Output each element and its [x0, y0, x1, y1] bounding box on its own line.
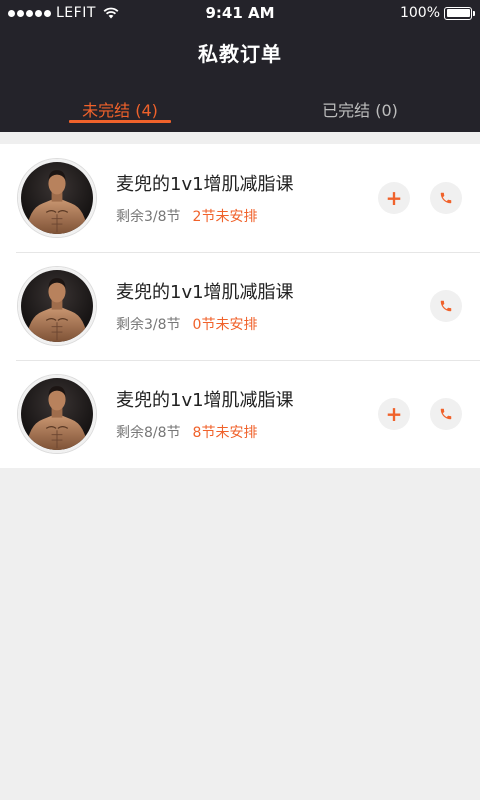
call-button[interactable]: [430, 182, 462, 214]
call-button[interactable]: [430, 290, 462, 322]
trainer-photo: [21, 162, 93, 234]
avatar: [18, 267, 96, 345]
avatar: [18, 159, 96, 237]
carrier-name: LEFIT: [56, 5, 96, 21]
unscheduled-count: 2节未安排: [192, 209, 258, 225]
order-tabs: 未完结 (4) 已完结 (0): [0, 88, 480, 132]
order-actions: +: [378, 398, 462, 430]
tab-finished[interactable]: 已完结 (0): [240, 88, 480, 132]
order-meta: 剩余3/8节 2节未安排: [116, 206, 378, 226]
status-right: 100%: [399, 5, 475, 21]
remaining-count: 剩余3/8节: [116, 317, 181, 333]
remaining-count: 剩余3/8节: [116, 209, 181, 225]
phone-icon: [440, 408, 452, 420]
course-title: 麦兜的1v1增肌减脂课: [116, 390, 294, 411]
order-item[interactable]: 麦兜的1v1增肌减脂课 剩余8/8节 8节未安排 +: [0, 360, 480, 468]
order-actions: [378, 290, 462, 322]
unscheduled-count: 8节未安排: [192, 425, 258, 441]
call-button[interactable]: [430, 398, 462, 430]
phone-icon: [440, 300, 452, 312]
battery-percent: 100%: [399, 5, 440, 21]
status-left: LEFIT: [8, 5, 119, 21]
order-actions: +: [378, 182, 462, 214]
add-icon: +: [385, 401, 403, 426]
remaining-count: 剩余8/8节: [116, 425, 181, 441]
order-meta: 剩余8/8节 8节未安排: [116, 422, 378, 442]
order-item[interactable]: 麦兜的1v1增肌减脂课 剩余3/8节 2节未安排 +: [0, 144, 480, 252]
add-session-button[interactable]: +: [378, 398, 410, 430]
course-title: 麦兜的1v1增肌减脂课: [116, 174, 294, 195]
header: LEFIT 9:41 AM 100% 私教订单 未完结 (4) 已完结 (0): [0, 0, 480, 132]
order-info: 麦兜的1v1增肌减脂课 剩余3/8节 2节未安排: [116, 170, 378, 226]
unscheduled-count: 0节未安排: [192, 317, 258, 333]
trainer-photo: [21, 378, 93, 450]
course-title: 麦兜的1v1增肌减脂课: [116, 282, 294, 303]
order-item[interactable]: 麦兜的1v1增肌减脂课 剩余3/8节 0节未安排: [0, 252, 480, 360]
phone-icon: [440, 192, 452, 204]
order-meta: 剩余3/8节 0节未安排: [116, 314, 378, 334]
battery-icon: [444, 6, 475, 20]
status-bar: LEFIT 9:41 AM 100%: [0, 0, 480, 26]
add-icon: +: [385, 185, 403, 210]
page-title: 私教订单: [198, 42, 282, 66]
divider-gap: [0, 132, 480, 144]
trainer-photo: [21, 270, 93, 342]
order-info: 麦兜的1v1增肌减脂课 剩余8/8节 8节未安排: [116, 386, 378, 442]
order-list: 麦兜的1v1增肌减脂课 剩余3/8节 2节未安排 + 麦兜的1v1增肌减脂课 剩…: [0, 144, 480, 468]
add-session-button[interactable]: +: [378, 182, 410, 214]
signal-icon: [8, 9, 51, 17]
tab-unfinished[interactable]: 未完结 (4): [0, 88, 240, 132]
order-info: 麦兜的1v1增肌减脂课 剩余3/8节 0节未安排: [116, 278, 378, 334]
wifi-icon: [103, 7, 119, 19]
avatar: [18, 375, 96, 453]
